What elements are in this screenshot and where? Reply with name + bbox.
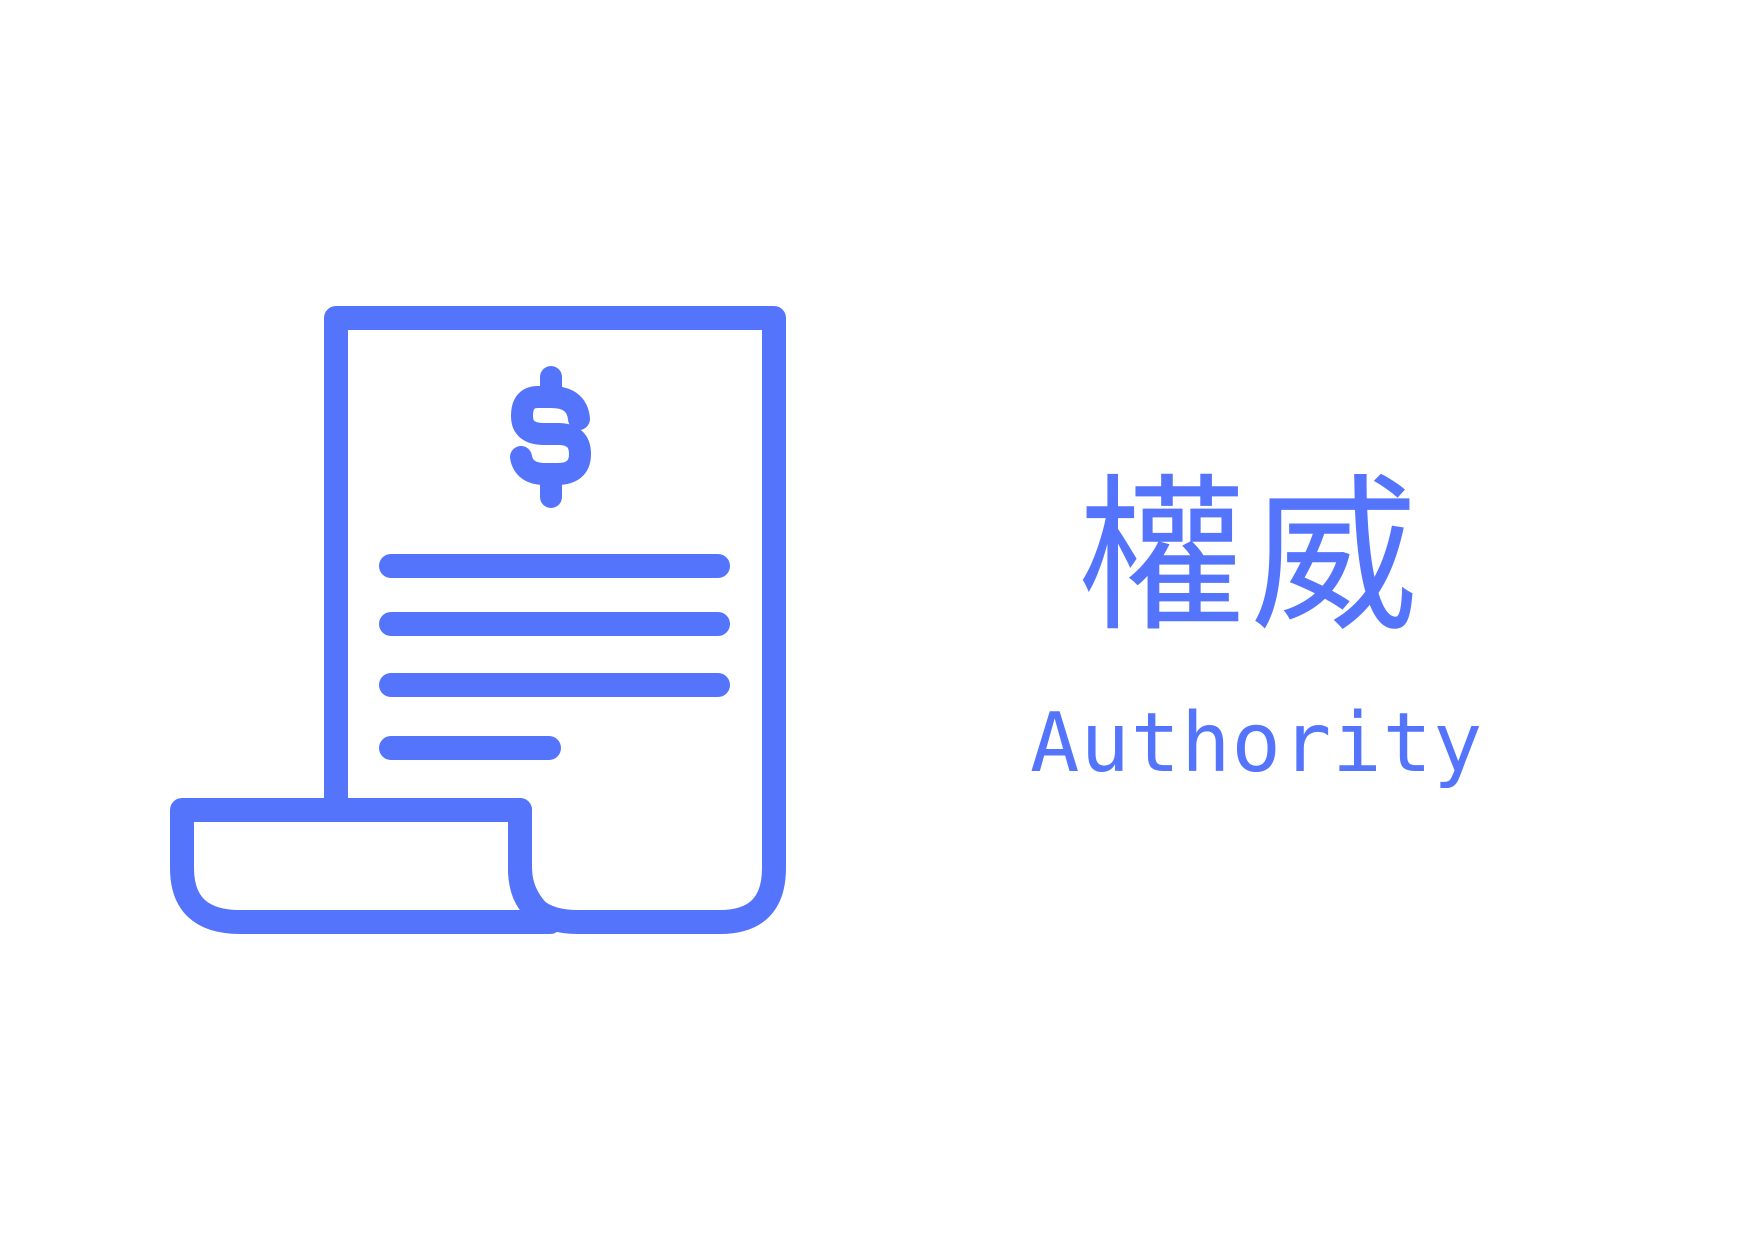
label-english: Authority <box>1030 696 1484 791</box>
receipt-dollar-icon <box>170 306 786 934</box>
icon-card: 權威 Authority <box>0 0 1748 1240</box>
dollar-icon <box>510 366 591 508</box>
label-chinese: 權威 <box>1078 459 1422 655</box>
receipt-roll <box>170 798 562 934</box>
